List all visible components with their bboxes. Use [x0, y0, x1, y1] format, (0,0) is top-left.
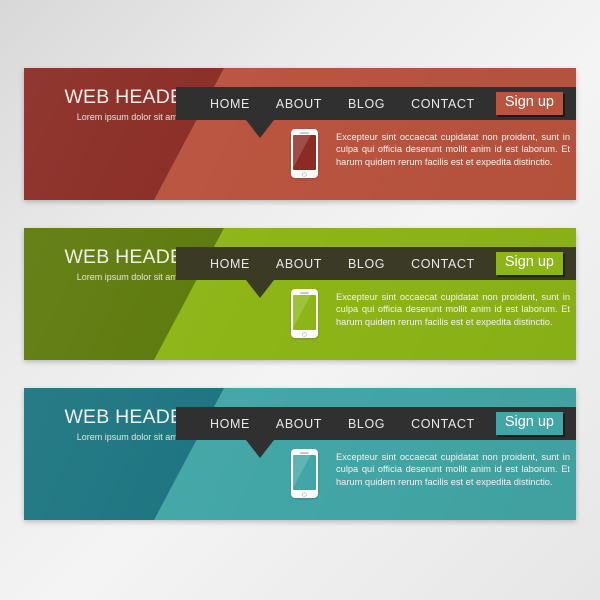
banner-showcase: WEB HEADER Lorem ipsum dolor sit amet HO…: [0, 0, 600, 600]
nav-item-blog[interactable]: BLOG: [348, 417, 385, 431]
phone-screen: [293, 135, 316, 170]
nav-items: HOME ABOUT BLOG CONTACT: [210, 407, 475, 440]
nav-item-contact[interactable]: CONTACT: [411, 97, 475, 111]
nav-item-about[interactable]: ABOUT: [276, 417, 322, 431]
body-text: Excepteur sint occaecat cupidatat non pr…: [336, 132, 570, 167]
phone-speaker-icon: [300, 132, 309, 134]
nav-item-home[interactable]: HOME: [210, 257, 250, 271]
nav-item-contact[interactable]: CONTACT: [411, 417, 475, 431]
nav-item-about[interactable]: ABOUT: [276, 97, 322, 111]
signup-button[interactable]: Sign up: [495, 412, 563, 435]
signup-button[interactable]: Sign up: [495, 92, 563, 115]
nav-item-home[interactable]: HOME: [210, 97, 250, 111]
signup-button[interactable]: Sign up: [495, 252, 563, 275]
nav-item-blog[interactable]: BLOG: [348, 97, 385, 111]
nav-pointer-icon: [246, 120, 274, 138]
phone-speaker-icon: [300, 292, 309, 294]
nav-bar: HOME ABOUT BLOG CONTACT Sign up: [176, 87, 576, 120]
phone-speaker-icon: [300, 452, 309, 454]
banner-green: WEB HEADER Lorem ipsum dolor sit amet HO…: [24, 228, 576, 360]
body-text: Excepteur sint occaecat cupidatat non pr…: [336, 452, 570, 487]
nav-item-blog[interactable]: BLOG: [348, 257, 385, 271]
nav-pointer-icon: [246, 280, 274, 298]
nav-item-about[interactable]: ABOUT: [276, 257, 322, 271]
phone-screen: [293, 455, 316, 490]
nav-items: HOME ABOUT BLOG CONTACT: [210, 247, 475, 280]
banner-teal: WEB HEADER Lorem ipsum dolor sit amet HO…: [24, 388, 576, 520]
phone-home-button-icon: [302, 492, 307, 497]
smartphone-icon: [291, 289, 318, 338]
nav-pointer-icon: [246, 440, 274, 458]
nav-bar: HOME ABOUT BLOG CONTACT Sign up: [176, 247, 576, 280]
nav-item-home[interactable]: HOME: [210, 417, 250, 431]
phone-home-button-icon: [302, 172, 307, 177]
phone-screen: [293, 295, 316, 330]
nav-items: HOME ABOUT BLOG CONTACT: [210, 87, 475, 120]
phone-home-button-icon: [302, 332, 307, 337]
body-text: Excepteur sint occaecat cupidatat non pr…: [336, 292, 570, 327]
banner-red: WEB HEADER Lorem ipsum dolor sit amet HO…: [24, 68, 576, 200]
smartphone-icon: [291, 129, 318, 178]
nav-item-contact[interactable]: CONTACT: [411, 257, 475, 271]
nav-bar: HOME ABOUT BLOG CONTACT Sign up: [176, 407, 576, 440]
smartphone-icon: [291, 449, 318, 498]
